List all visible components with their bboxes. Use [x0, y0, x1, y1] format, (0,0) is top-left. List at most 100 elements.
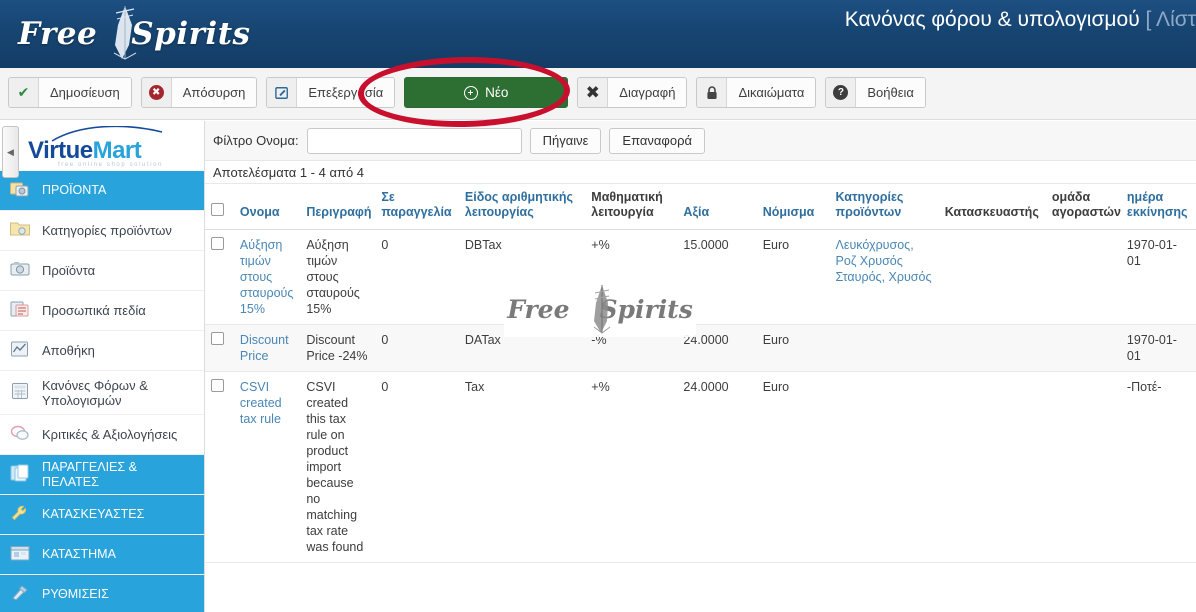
sidebar-item-label: ΚΑΤΑΣΚΕΥΑΣΤΕΣ	[42, 507, 145, 521]
edit-button-label: Επεξεργασία	[297, 78, 395, 107]
sidebar-item-tax-rules[interactable]: Κανόνες Φόρων & Υπολογισμών	[0, 371, 204, 415]
publish-button[interactable]: ✔ Δημοσίευση	[8, 77, 132, 108]
logo-tagline: free online shop solution	[58, 162, 164, 168]
check-icon: ✔	[9, 78, 39, 107]
sidebar-item-manufacturers[interactable]: ΚΑΤΑΣΚΕΥΑΣΤΕΣ	[0, 495, 204, 535]
sidebar-item-label: Κατηγορίες προϊόντων	[42, 223, 172, 238]
publish-button-label: Δημοσίευση	[39, 78, 131, 107]
cell-math-op: +%	[585, 229, 678, 325]
cell-buyer-group	[1045, 324, 1121, 372]
col-header-buyer-group: ομάδα αγοραστών	[1045, 183, 1121, 230]
filter-label: Φίλτρο Ονομα:	[213, 133, 299, 148]
select-all-checkbox[interactable]	[211, 203, 224, 216]
filter-go-button[interactable]: Πήγαινε	[529, 127, 602, 154]
col-header-value[interactable]: Αξία	[677, 183, 757, 230]
cell-buyer-group	[1045, 229, 1121, 325]
row-name-link[interactable]: CSVI created tax rule	[240, 380, 282, 426]
filter-reset-button[interactable]: Επαναφορά	[609, 127, 705, 154]
sidebar-item-label: Κανόνες Φόρων & Υπολογισμών	[42, 377, 148, 408]
sidebar-item-orders-customers[interactable]: ΠΑΡΑΓΓΕΛΙΕΣ & ΠΕΛΑΤΕΣ	[0, 455, 204, 495]
cell-value: 24.0000	[677, 324, 757, 372]
fields-icon	[10, 300, 32, 322]
cell-description: Discount Price -24%	[300, 324, 376, 372]
cell-arith-type: Tax	[458, 371, 586, 563]
sidebar: VirtueMart free online shop solution ◀ Π…	[0, 121, 205, 612]
cell-name: CSVI created tax rule	[233, 371, 301, 563]
cell-name: Αύξηση τιμών στους σταυρούς 15%	[233, 229, 301, 325]
cell-order: 0	[375, 371, 459, 563]
row-checkbox[interactable]	[211, 379, 224, 392]
cell-currency: Euro	[756, 324, 830, 372]
sidebar-item-label: ΚΑΤΑΣΤΗΜΑ	[42, 547, 116, 561]
sidebar-item-products-group[interactable]: ΠΡΟΪΟΝΤΑ	[0, 171, 204, 211]
cell-order: 0	[375, 324, 459, 372]
unpublish-button[interactable]: ✖ Απόσυρση	[140, 77, 258, 108]
table-header-row: Ονομα Περιγραφή Σε παραγγελία Είδος αριθ…	[205, 183, 1196, 230]
cell-value: 24.0000	[677, 371, 757, 563]
plus-circle-icon	[464, 85, 479, 100]
sidebar-item-custom-fields[interactable]: Προσωπικά πεδία	[0, 291, 204, 331]
tax-rules-table: Ονομα Περιγραφή Σε παραγγελία Είδος αριθ…	[205, 183, 1196, 563]
cell-currency: Euro	[756, 229, 830, 325]
orders-icon	[10, 464, 32, 486]
sidebar-item-reviews[interactable]: Κριτικές & Αξιολογήσεις	[0, 415, 204, 455]
lock-icon	[697, 78, 728, 107]
cell-buyer-group	[1045, 371, 1121, 563]
row-checkbox[interactable]	[211, 332, 224, 345]
unpublish-button-label: Απόσυρση	[171, 78, 257, 107]
cancel-circle-icon: ✖	[141, 78, 172, 107]
logo-mart: Mart	[92, 137, 142, 164]
delete-button[interactable]: ✖ Διαγραφή	[577, 77, 688, 108]
table-row: Αύξηση τιμών στους σταυρούς 15% Αύξηση τ…	[205, 229, 1196, 325]
logo-text-spirits: Spirits	[131, 16, 251, 52]
camera-icon	[10, 260, 32, 282]
page-title: Κανόνας φόρου & υπολογισμού [ Λίστ	[845, 8, 1196, 32]
sidebar-item-products[interactable]: Προϊόντα	[0, 251, 204, 291]
help-button-label: Βοήθεια	[856, 78, 925, 107]
cell-categories	[829, 371, 939, 563]
table-row: CSVI created tax rule CSVI created this …	[205, 371, 1196, 563]
cell-start-date: -Ποτέ-	[1120, 371, 1196, 563]
col-header-description[interactable]: Περιγραφή	[300, 183, 376, 230]
sidebar-item-shop[interactable]: ΚΑΤΑΣΤΗΜΑ	[0, 535, 204, 575]
cell-math-op: +%	[585, 371, 678, 563]
sidebar-item-product-categories[interactable]: Κατηγορίες προϊόντων	[0, 211, 204, 251]
page-title-suffix: [ Λίστ	[1139, 8, 1196, 31]
sidebar-item-inventory[interactable]: Αποθήκη	[0, 331, 204, 371]
feather-icon	[113, 6, 137, 60]
cell-arith-type: DATax	[458, 324, 586, 372]
sidebar-item-label: Κριτικές & Αξιολογήσεις	[42, 427, 178, 442]
sidebar-collapse-handle[interactable]: ◀	[2, 126, 19, 178]
cell-start-date: 1970-01-01	[1120, 324, 1196, 372]
col-header-arith-type[interactable]: Είδος αριθμητικής λειτουργίας	[458, 183, 586, 230]
col-header-categories[interactable]: Κατηγορίες προϊόντων	[829, 183, 939, 230]
sidebar-item-settings[interactable]: ΡΥΘΜΙΣΕΙΣ	[0, 575, 204, 612]
cell-order: 0	[375, 229, 459, 325]
col-header-currency[interactable]: Νόμισμα	[756, 183, 830, 230]
col-header-order[interactable]: Σε παραγγελία	[375, 183, 459, 230]
main-content: Φίλτρο Ονομα: Πήγαινε Επαναφορά Αποτελέσ…	[205, 121, 1196, 612]
rights-button[interactable]: Δικαιώματα	[696, 77, 817, 108]
rights-button-label: Δικαιώματα	[727, 78, 816, 107]
col-header-name[interactable]: Ονομα	[233, 183, 301, 230]
products-icon	[10, 180, 32, 202]
sidebar-item-label: Προϊόντα	[42, 263, 96, 278]
edit-button[interactable]: Επεξεργασία	[266, 77, 396, 108]
cell-math-op: -%	[585, 324, 678, 372]
row-name-link[interactable]: Αύξηση τιμών στους σταυρούς 15%	[240, 238, 293, 316]
help-button[interactable]: ? Βοήθεια	[825, 77, 926, 108]
app-header: Free Spirits Κανόνας φόρου & υπολογισμού…	[0, 0, 1196, 68]
sidebar-item-label: Προσωπικά πεδία	[42, 303, 146, 318]
col-header-start-date[interactable]: ημέρα εκκίνησης	[1120, 183, 1196, 230]
cell-description: CSVI created this tax rule on product im…	[300, 371, 376, 563]
filter-name-input[interactable]	[306, 127, 522, 154]
sidebar-item-label: ΠΑΡΑΓΓΕΛΙΕΣ & ΠΕΛΑΤΕΣ	[42, 459, 137, 489]
sidebar-item-label: ΠΡΟΪΟΝΤΑ	[42, 183, 107, 197]
sidebar-item-label: Αποθήκη	[42, 343, 95, 358]
row-select-cell	[205, 229, 234, 325]
row-checkbox[interactable]	[211, 237, 224, 250]
row-categories-link[interactable]: Λευκόχρυσος, Ροζ Χρυσός Σταυρός, Χρυσός	[836, 238, 932, 284]
new-button[interactable]: Νέο	[404, 77, 569, 108]
row-name-link[interactable]: Discount Price	[240, 333, 289, 363]
row-select-cell	[205, 324, 234, 372]
